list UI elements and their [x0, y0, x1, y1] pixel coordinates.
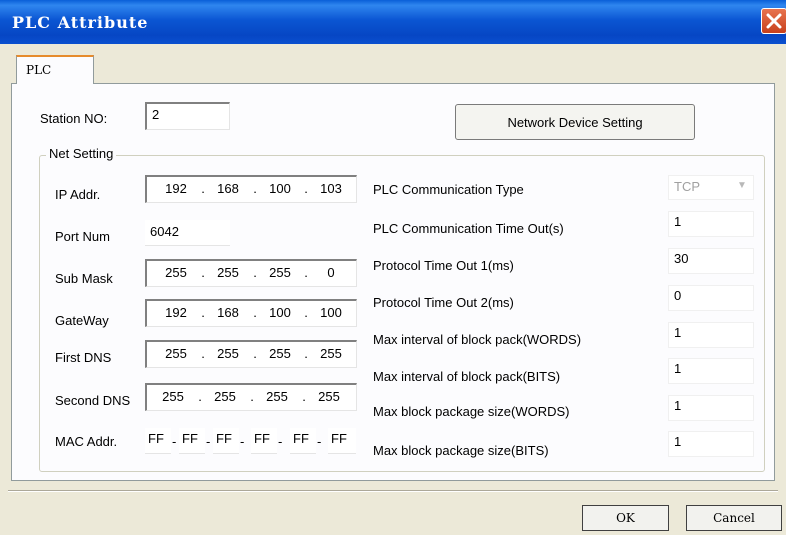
mask-octet[interactable]: 255	[213, 265, 243, 280]
first-dns-octet[interactable]: 255	[265, 346, 295, 361]
max-interval-words-input[interactable]: 1	[668, 322, 754, 348]
protocol-timeout-2-input[interactable]: 0	[668, 285, 754, 311]
first-dns-dot: .	[253, 346, 257, 361]
first-dns-dot: .	[304, 346, 308, 361]
ip-addr-field[interactable]: 192 . 168 . 100 . 103	[145, 175, 357, 203]
gateway-octet[interactable]: 168	[213, 305, 243, 320]
dropdown-arrow-icon[interactable]: ▼	[737, 180, 747, 191]
mask-dot: .	[201, 265, 205, 280]
sub-mask-field[interactable]: 255 . 255 . 255 . 0	[145, 259, 357, 287]
second-dns-octet[interactable]: 255	[158, 389, 188, 404]
gateway-dot: .	[304, 305, 308, 320]
station-no-input[interactable]: 2	[145, 102, 230, 130]
station-no-label: Station NO:	[40, 111, 108, 126]
mac-separator: -	[278, 434, 283, 449]
network-device-setting-button[interactable]: Network Device Setting	[455, 104, 695, 140]
mac-separator: -	[206, 434, 211, 449]
gateway-dot: .	[201, 305, 205, 320]
mac-byte[interactable]: FF	[145, 428, 171, 454]
mac-byte[interactable]: FF	[328, 428, 356, 454]
sub-mask-label: Sub Mask	[55, 271, 113, 286]
tab-plc[interactable]: PLC	[16, 55, 94, 84]
max-interval-bits-label: Max interval of block pack(BITS)	[373, 369, 561, 384]
ip-octet[interactable]: 100	[265, 181, 295, 196]
second-dns-dot: .	[302, 389, 306, 404]
comm-type-value: TCP	[674, 179, 700, 194]
second-dns-label: Second DNS	[55, 393, 131, 408]
ok-button[interactable]: OK	[582, 505, 669, 531]
first-dns-field[interactable]: 255 . 255 . 255 . 255	[145, 340, 357, 368]
gateway-octet[interactable]: 192	[161, 305, 191, 320]
comm-type-select[interactable]: TCP ▼	[668, 175, 754, 200]
protocol-timeout-1-label: Protocol Time Out 1(ms)	[373, 258, 514, 273]
mac-addr-label: MAC Addr.	[55, 434, 118, 449]
close-x-icon	[766, 13, 782, 29]
ip-dot: .	[201, 181, 205, 196]
mac-byte[interactable]: FF	[179, 428, 205, 454]
max-interval-bits-input[interactable]: 1	[668, 358, 754, 384]
first-dns-label: First DNS	[55, 350, 112, 365]
ip-octet[interactable]: 103	[316, 181, 346, 196]
comm-timeout-input[interactable]: 1	[668, 211, 754, 237]
mask-octet[interactable]: 255	[161, 265, 191, 280]
second-dns-dot: .	[250, 389, 254, 404]
first-dns-octet[interactable]: 255	[213, 346, 243, 361]
protocol-timeout-2-label: Protocol Time Out 2(ms)	[373, 295, 514, 310]
second-dns-octet[interactable]: 255	[314, 389, 344, 404]
max-size-words-label: Max block package size(WORDS)	[373, 404, 570, 419]
protocol-timeout-1-input[interactable]: 30	[668, 248, 754, 274]
tab-plc-label: PLC	[26, 63, 52, 77]
mask-dot: .	[304, 265, 308, 280]
ip-addr-label: IP Addr.	[55, 187, 101, 202]
mac-separator: -	[172, 434, 177, 449]
ip-dot: .	[253, 181, 257, 196]
second-dns-octet[interactable]: 255	[210, 389, 240, 404]
window-title: PLC Attribute	[12, 13, 149, 32]
gateway-field[interactable]: 192 . 168 . 100 . 100	[145, 299, 357, 327]
second-dns-octet[interactable]: 255	[262, 389, 292, 404]
second-dns-dot: .	[198, 389, 202, 404]
comm-timeout-label: PLC Communication Time Out(s)	[373, 221, 564, 236]
ip-octet[interactable]: 168	[213, 181, 243, 196]
comm-type-label: PLC Communication Type	[373, 182, 524, 197]
mac-separator: -	[317, 434, 322, 449]
gateway-dot: .	[253, 305, 257, 320]
first-dns-octet[interactable]: 255	[316, 346, 346, 361]
ip-octet[interactable]: 192	[161, 181, 191, 196]
max-interval-words-label: Max interval of block pack(WORDS)	[373, 332, 582, 347]
mac-byte[interactable]: FF	[290, 428, 316, 454]
gateway-octet[interactable]: 100	[316, 305, 346, 320]
mask-octet[interactable]: 0	[316, 265, 346, 280]
mac-byte[interactable]: FF	[213, 428, 239, 454]
max-size-bits-label: Max block package size(BITS)	[373, 443, 549, 458]
first-dns-dot: .	[201, 346, 205, 361]
port-num-label: Port Num	[55, 229, 110, 244]
gateway-octet[interactable]: 100	[265, 305, 295, 320]
cancel-button[interactable]: Cancel	[686, 505, 782, 531]
mask-dot: .	[253, 265, 257, 280]
max-size-bits-input[interactable]: 1	[668, 431, 754, 457]
second-dns-field[interactable]: 255 . 255 . 255 . 255	[145, 383, 357, 411]
net-setting-title: Net Setting	[46, 146, 117, 161]
gateway-label: GateWay	[55, 313, 109, 328]
ip-dot: .	[304, 181, 308, 196]
first-dns-octet[interactable]: 255	[161, 346, 191, 361]
max-size-words-input[interactable]: 1	[668, 395, 754, 421]
mask-octet[interactable]: 255	[265, 265, 295, 280]
port-num-input[interactable]: 6042	[145, 220, 230, 246]
mac-byte[interactable]: FF	[251, 428, 277, 454]
close-button[interactable]	[761, 8, 786, 34]
bottom-separator	[8, 490, 778, 492]
mac-separator: -	[240, 434, 245, 449]
